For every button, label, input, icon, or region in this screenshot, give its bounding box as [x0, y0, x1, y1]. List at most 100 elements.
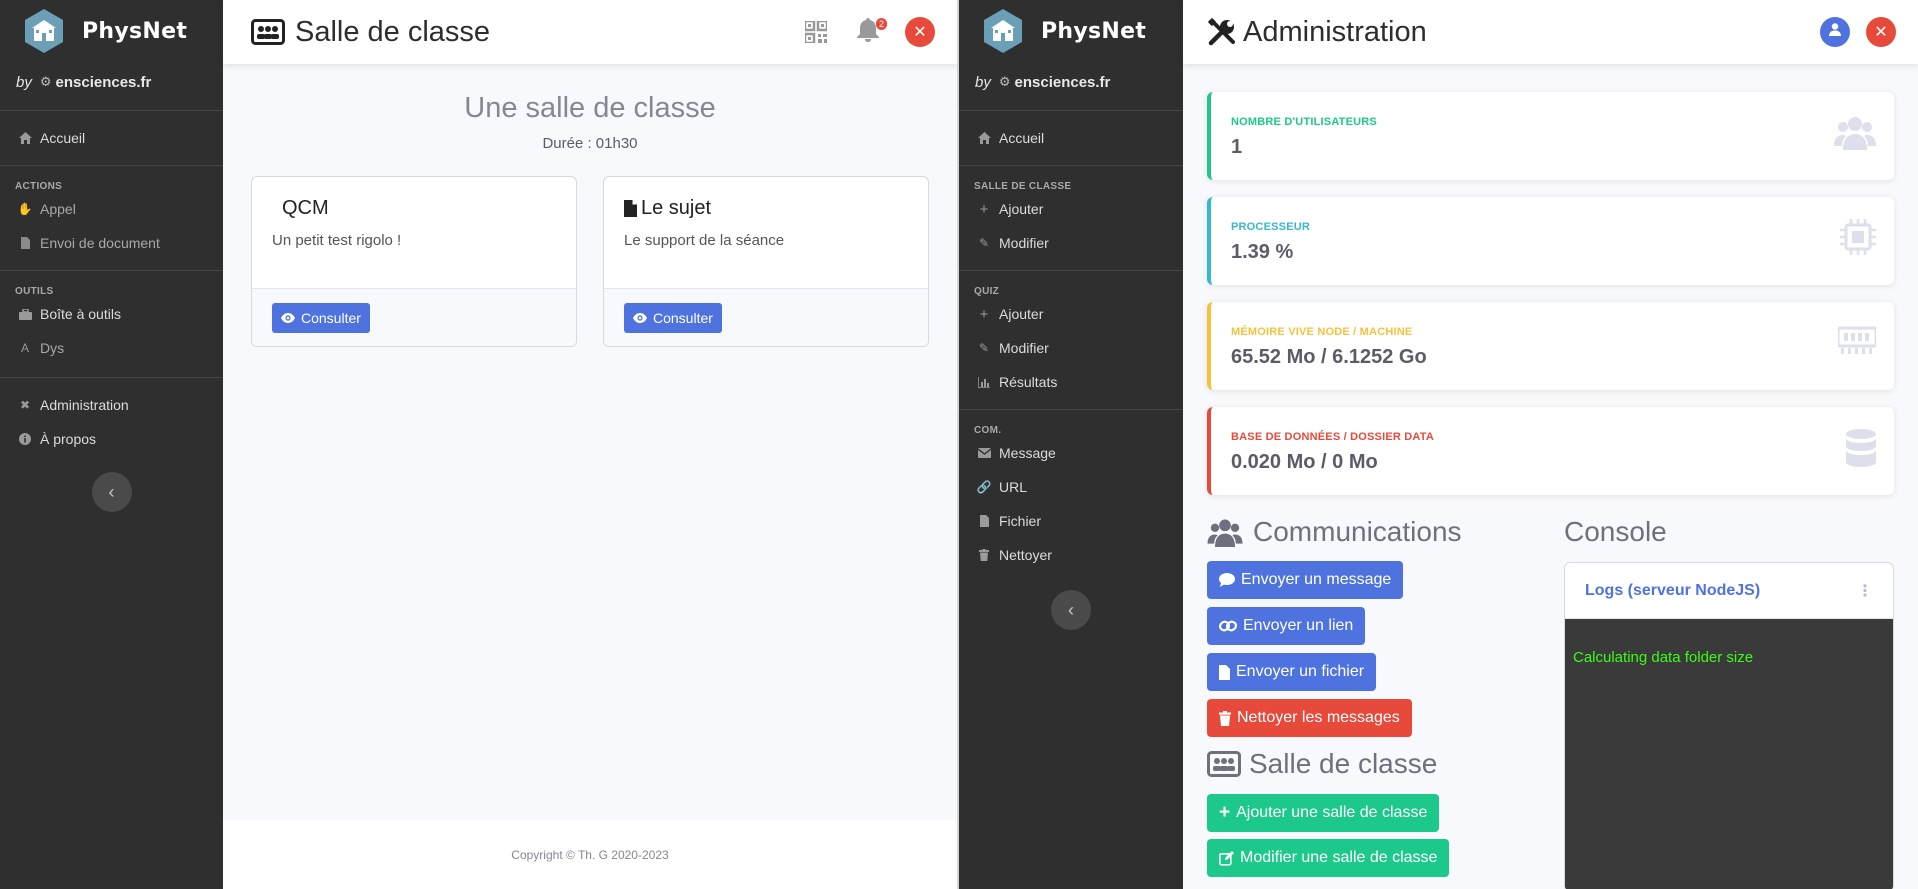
user-button[interactable] [1820, 17, 1850, 47]
sidebar-item-file[interactable]: Fichier [959, 504, 1183, 538]
file-icon [975, 515, 993, 527]
by-label: by [975, 73, 991, 91]
sidebar-item-classroom-add[interactable]: + Ajouter [959, 192, 1183, 226]
sidebar-item-label: Accueil [40, 130, 86, 146]
section-title-text: Console [1564, 516, 1667, 547]
brand-byline[interactable]: by ⚙ ensciences.fr [959, 62, 1183, 102]
eye-icon [633, 312, 647, 323]
classroom-duration: Durée : 01h30 [542, 135, 638, 152]
sidebar-item-classroom-edit[interactable]: ✎ Modifier [959, 226, 1183, 260]
chevron-left-icon: ‹ [108, 481, 115, 502]
sidebar-item-url[interactable]: 🔗 URL [959, 470, 1183, 504]
sidebar-item-home[interactable]: Accueil [959, 121, 1183, 155]
stat-value: 65.52 Mo / 6.1252 Go [1231, 346, 1427, 368]
edit-classroom-button[interactable]: Modifier une salle de classe [1207, 839, 1450, 877]
console-header: Logs (serveur NodeJS) ⋮ [1565, 563, 1893, 619]
font-icon: A [20, 341, 29, 355]
card-footer: Consulter [252, 288, 576, 346]
classroom-heading: Une salle de classe [464, 92, 716, 124]
close-button[interactable]: ✕ [905, 17, 935, 47]
comment-icon [1219, 573, 1235, 587]
sidebar-item-label: Modifier [999, 340, 1049, 356]
resource-cards: QCM Un petit test rigolo ! Consulter Le … [251, 176, 929, 347]
button-label: Envoyer un message [1241, 571, 1392, 588]
page-title: Administration [1243, 15, 1427, 48]
file-icon [16, 237, 34, 249]
resource-card-sujet: Le sujet Le support de la séance Consult… [603, 176, 929, 347]
page-title: Salle de classe [295, 15, 491, 48]
gear-icon: ⚙ [998, 74, 1011, 89]
sidebar-item-label: Message [999, 445, 1056, 461]
site-link: ensciences.fr [55, 73, 152, 91]
gear-icon: ⚙ [39, 74, 52, 89]
sidebar-item-label: Dys [40, 340, 65, 356]
sidebar-item-label: Fichier [999, 513, 1042, 529]
sidebar-divider [0, 110, 223, 111]
home-icon [16, 132, 34, 144]
sidebar-item-dys[interactable]: A Dys [0, 331, 223, 365]
send-message-button[interactable]: Envoyer un message [1207, 561, 1404, 599]
sidebar-heading-com: COM. [974, 425, 1002, 436]
close-icon: ✕ [1874, 24, 1888, 41]
home-icon [975, 132, 993, 144]
sidebar-item-about[interactable]: À propos [0, 422, 223, 456]
sidebar-item-label: Ajouter [999, 306, 1044, 322]
sidebar-item-appel[interactable]: ✋ Appel [0, 192, 223, 226]
button-label: Ajouter une salle de classe [1236, 804, 1428, 821]
sidebar-item-quiz-edit[interactable]: ✎ Modifier [959, 331, 1183, 365]
admin-content: NOMBRE D'UTILISATEURS 1 PROCESSEUR 1.39 … [1183, 64, 1918, 889]
sidebar-item-administration[interactable]: ✖ Administration [0, 388, 223, 422]
classroom-section-title: Salle de classe [1207, 748, 1437, 780]
notification-badge: 2 [875, 18, 887, 30]
plus-icon: + [979, 305, 989, 323]
brand[interactable]: PhysNet [0, 0, 223, 62]
close-button[interactable]: ✕ [1866, 17, 1896, 47]
button-label: Modifier une salle de classe [1240, 849, 1438, 866]
stat-card-database: BASE DE DONNÉES / DOSSIER DATA 0.020 Mo … [1207, 407, 1894, 495]
notifications-button[interactable]: 2 [853, 17, 887, 47]
consult-qcm-button[interactable]: Consulter [272, 302, 370, 333]
communications-title: Communications [1207, 516, 1462, 548]
chalkboard-icon [1207, 751, 1241, 777]
sidebar-item-label: URL [999, 479, 1028, 495]
toolbox-icon [16, 308, 34, 320]
consult-sujet-button[interactable]: Consulter [624, 302, 722, 333]
sidebar-item-quiz-results[interactable]: Résultats [959, 365, 1183, 399]
sidebar-item-clean[interactable]: Nettoyer [959, 538, 1183, 572]
section-title-text: Communications [1253, 516, 1462, 547]
sidebar-toggle-button[interactable]: ‹ [1051, 590, 1091, 630]
sidebar-item-home[interactable]: Accueil [0, 121, 223, 155]
user-icon [1829, 23, 1841, 41]
console-card: Logs (serveur NodeJS) ⋮ Calculating data… [1564, 562, 1894, 889]
topbar: Salle de classe 2 ✕ [223, 0, 957, 64]
add-classroom-button[interactable]: + Ajouter une salle de classe [1207, 794, 1440, 832]
button-label: Envoyer un lien [1243, 617, 1354, 634]
sidebar-toggle-button[interactable]: ‹ [91, 472, 132, 512]
send-link-button[interactable]: Envoyer un lien [1207, 607, 1366, 645]
sidebar-item-label: Ajouter [999, 201, 1044, 217]
sidebar-divider [959, 165, 1183, 166]
users-icon [1834, 114, 1876, 155]
link-icon [1219, 619, 1237, 633]
topbar: Administration ✕ [1183, 0, 1918, 64]
qrcode-icon[interactable] [801, 17, 831, 47]
sidebar-item-label: Accueil [999, 130, 1045, 146]
hand-icon: ✋ [17, 202, 33, 216]
sidebar-heading-tools: OUTILS [15, 286, 54, 297]
stat-label: NOMBRE D'UTILISATEURS [1231, 116, 1377, 128]
sidebar-item-quiz-add[interactable]: + Ajouter [959, 297, 1183, 331]
send-file-button[interactable]: Envoyer un fichier [1207, 653, 1377, 691]
card-text: Un petit test rigolo ! [272, 232, 402, 249]
trash-icon [1219, 710, 1231, 726]
more-vertical-icon[interactable]: ⋮ [1857, 581, 1873, 601]
clean-messages-button[interactable]: Nettoyer les messages [1207, 699, 1412, 737]
sidebar-item-envoi-document[interactable]: Envoi de document [0, 226, 223, 260]
sidebar-item-toolbox[interactable]: Boîte à outils [0, 297, 223, 331]
sidebar-item-message[interactable]: Message [959, 436, 1183, 470]
brand-byline[interactable]: by ⚙ ensciences.fr [0, 62, 223, 102]
left-window: PhysNet by ⚙ ensciences.fr Accueil ACTIO… [0, 0, 957, 889]
console-log: Calculating data folder size [1565, 619, 1893, 889]
stat-card-users: NOMBRE D'UTILISATEURS 1 [1207, 92, 1894, 180]
button-label: Envoyer un fichier [1236, 663, 1365, 680]
brand[interactable]: PhysNet [959, 0, 1183, 62]
